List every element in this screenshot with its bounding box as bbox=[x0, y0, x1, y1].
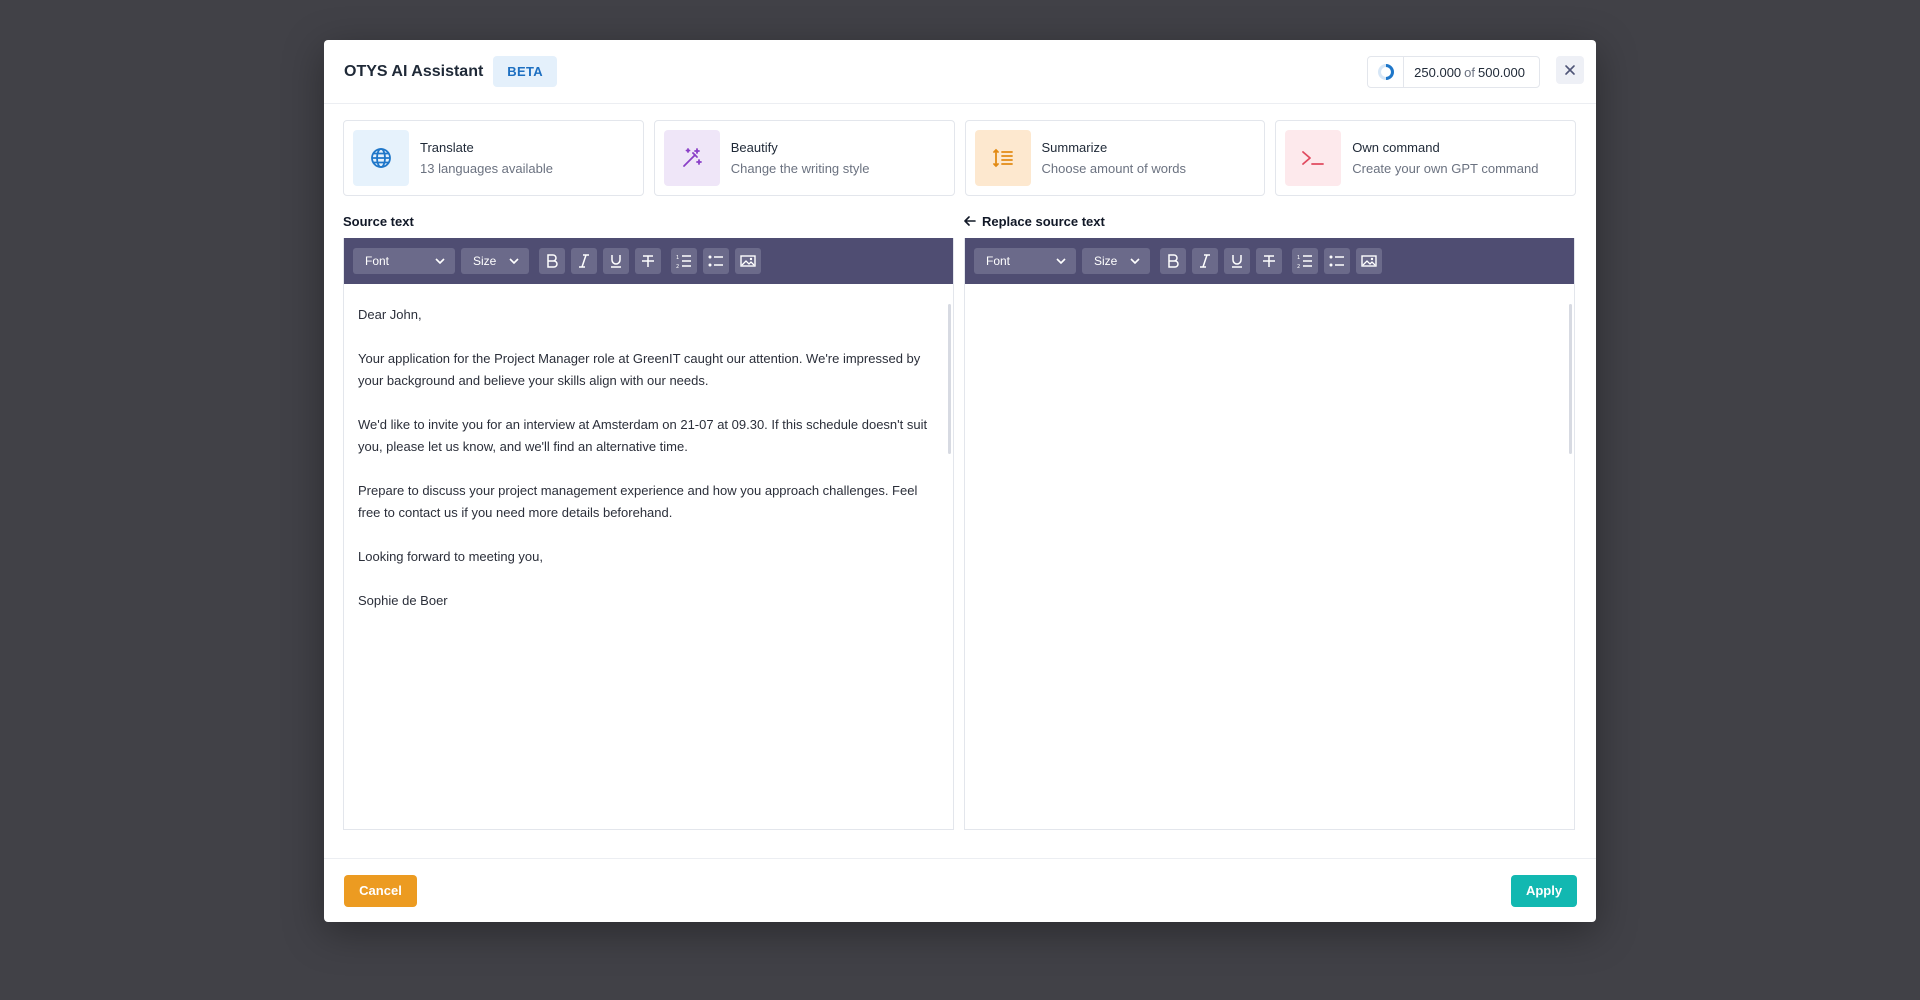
chevron-down-icon bbox=[509, 258, 519, 264]
source-editor-column: Source text Font Size 1 2 Dear John, You… bbox=[343, 212, 954, 830]
source-paragraph: Prepare to discuss your project manageme… bbox=[358, 483, 918, 520]
bold-button[interactable] bbox=[1160, 248, 1186, 274]
credits-total: 500.000 bbox=[1478, 64, 1525, 80]
credits-of: of bbox=[1464, 64, 1475, 80]
own-command-subtitle: Create your own GPT command bbox=[1352, 161, 1539, 176]
credits-ring-icon bbox=[1368, 57, 1405, 87]
italic-button[interactable] bbox=[571, 248, 597, 274]
underline-button[interactable] bbox=[603, 248, 629, 274]
source-paragraph: We'd like to invite you for an interview… bbox=[358, 417, 928, 454]
summarize-subtitle: Choose amount of words bbox=[1041, 161, 1187, 176]
bold-button[interactable] bbox=[539, 248, 565, 274]
size-select[interactable]: Size bbox=[461, 248, 529, 274]
summarize-icon bbox=[974, 130, 1031, 186]
translate-title: Translate bbox=[420, 140, 474, 155]
source-editor: Font Size 1 2 Dear John, Your applicatio… bbox=[343, 238, 954, 830]
underline-icon bbox=[611, 255, 621, 268]
translate-subtitle: 13 languages available bbox=[420, 161, 553, 176]
own-command-card[interactable]: Own command Create your own GPT command bbox=[1275, 120, 1576, 196]
cancel-button[interactable]: Cancel bbox=[344, 874, 417, 907]
target-editor: Font Size 1 2 bbox=[964, 238, 1575, 830]
target-editor-column: Replace source text Font Size 1 2 bbox=[964, 212, 1575, 830]
beautify-title: Beautify bbox=[730, 140, 778, 155]
image-button[interactable] bbox=[735, 248, 761, 274]
svg-text:1: 1 bbox=[676, 255, 679, 261]
action-cards: Translate 13 languages available Beautif… bbox=[324, 104, 1596, 196]
image-button[interactable] bbox=[1356, 248, 1382, 274]
summarize-card[interactable]: Summarize Choose amount of words bbox=[964, 120, 1266, 196]
target-text-area[interactable] bbox=[965, 284, 1574, 830]
replace-source-text: Replace source text bbox=[982, 213, 1105, 229]
svg-text:2: 2 bbox=[1297, 264, 1300, 268]
underline-button[interactable] bbox=[1224, 248, 1250, 274]
chevron-down-icon bbox=[1056, 258, 1066, 264]
bold-icon bbox=[1168, 254, 1179, 268]
bullet-list-button[interactable] bbox=[1324, 248, 1350, 274]
source-paragraph: Your application for the Project Manager… bbox=[358, 351, 921, 388]
ordered-list-button[interactable]: 12 bbox=[1292, 248, 1318, 274]
credits-used: 250.000 bbox=[1414, 64, 1462, 80]
italic-icon bbox=[579, 254, 589, 268]
apply-button[interactable]: Apply bbox=[1511, 874, 1577, 907]
underline-icon bbox=[1232, 255, 1242, 268]
font-select-label: Font bbox=[365, 254, 390, 268]
italic-icon bbox=[1200, 254, 1210, 268]
source-paragraph: Dear John, bbox=[358, 307, 422, 322]
bullet-list-button[interactable] bbox=[703, 248, 729, 274]
source-text-label: Source text bbox=[343, 213, 414, 229]
svg-text:2: 2 bbox=[676, 264, 679, 268]
ai-assistant-modal: OTYS AI Assistant BETA 250.000 of 500.000 bbox=[324, 40, 1596, 922]
modal-header: OTYS AI Assistant BETA 250.000 of 500.000 bbox=[324, 40, 1596, 104]
beautify-subtitle: Change the writing style bbox=[730, 161, 870, 176]
ordered-list-icon: 12 bbox=[676, 255, 691, 268]
italic-button[interactable] bbox=[1192, 248, 1218, 274]
terminal-icon bbox=[1285, 130, 1342, 186]
source-paragraph: Sophie de Boer bbox=[358, 593, 448, 608]
bullet-list-icon bbox=[708, 255, 723, 267]
modal-title: OTYS AI Assistant bbox=[344, 62, 484, 80]
close-button[interactable] bbox=[1556, 56, 1584, 84]
magic-wand-icon bbox=[663, 130, 720, 186]
editors: Source text Font Size 1 2 Dear John, You… bbox=[324, 212, 1596, 830]
source-scrollbar[interactable] bbox=[948, 304, 951, 454]
chevron-down-icon bbox=[435, 258, 445, 264]
ordered-list-icon: 12 bbox=[1297, 255, 1312, 268]
globe-icon bbox=[353, 130, 409, 186]
strikethrough-icon bbox=[1263, 255, 1275, 267]
source-paragraph: Looking forward to meeting you, bbox=[358, 549, 543, 564]
font-select[interactable]: Font bbox=[353, 248, 455, 274]
size-select-label: Size bbox=[473, 254, 497, 268]
bullet-list-icon bbox=[1329, 255, 1344, 267]
close-icon bbox=[1565, 65, 1575, 75]
font-select[interactable]: Font bbox=[974, 248, 1076, 274]
strikethrough-button[interactable] bbox=[635, 248, 661, 274]
chevron-down-icon bbox=[1130, 258, 1140, 264]
svg-text:1: 1 bbox=[1297, 255, 1300, 261]
font-select-label: Font bbox=[986, 254, 1011, 268]
credits-counter: 250.000 of 500.000 bbox=[1367, 56, 1540, 88]
strikethrough-button[interactable] bbox=[1256, 248, 1282, 274]
size-select-label: Size bbox=[1094, 254, 1118, 268]
strikethrough-icon bbox=[642, 255, 654, 267]
replace-source-label[interactable]: Replace source text bbox=[964, 212, 1575, 230]
size-select[interactable]: Size bbox=[1082, 248, 1150, 274]
beautify-card[interactable]: Beautify Change the writing style bbox=[653, 120, 955, 196]
own-command-title: Own command bbox=[1352, 140, 1440, 155]
source-text-area[interactable]: Dear John, Your application for the Proj… bbox=[344, 284, 953, 830]
modal-footer: Cancel Apply bbox=[324, 858, 1596, 922]
image-icon bbox=[740, 255, 756, 267]
bold-icon bbox=[547, 254, 558, 268]
ordered-list-button[interactable]: 12 bbox=[671, 248, 697, 274]
source-toolbar: Font Size 1 2 bbox=[344, 238, 953, 284]
summarize-title: Summarize bbox=[1041, 140, 1108, 155]
beta-badge: BETA bbox=[493, 56, 557, 87]
translate-card[interactable]: Translate 13 languages available bbox=[343, 120, 644, 196]
target-toolbar: Font Size 1 2 bbox=[965, 238, 1574, 284]
arrow-left-icon bbox=[964, 216, 976, 226]
image-icon bbox=[1361, 255, 1377, 267]
credits-text: 250.000 of 500.000 bbox=[1404, 65, 1539, 80]
target-scrollbar[interactable] bbox=[1569, 304, 1572, 454]
